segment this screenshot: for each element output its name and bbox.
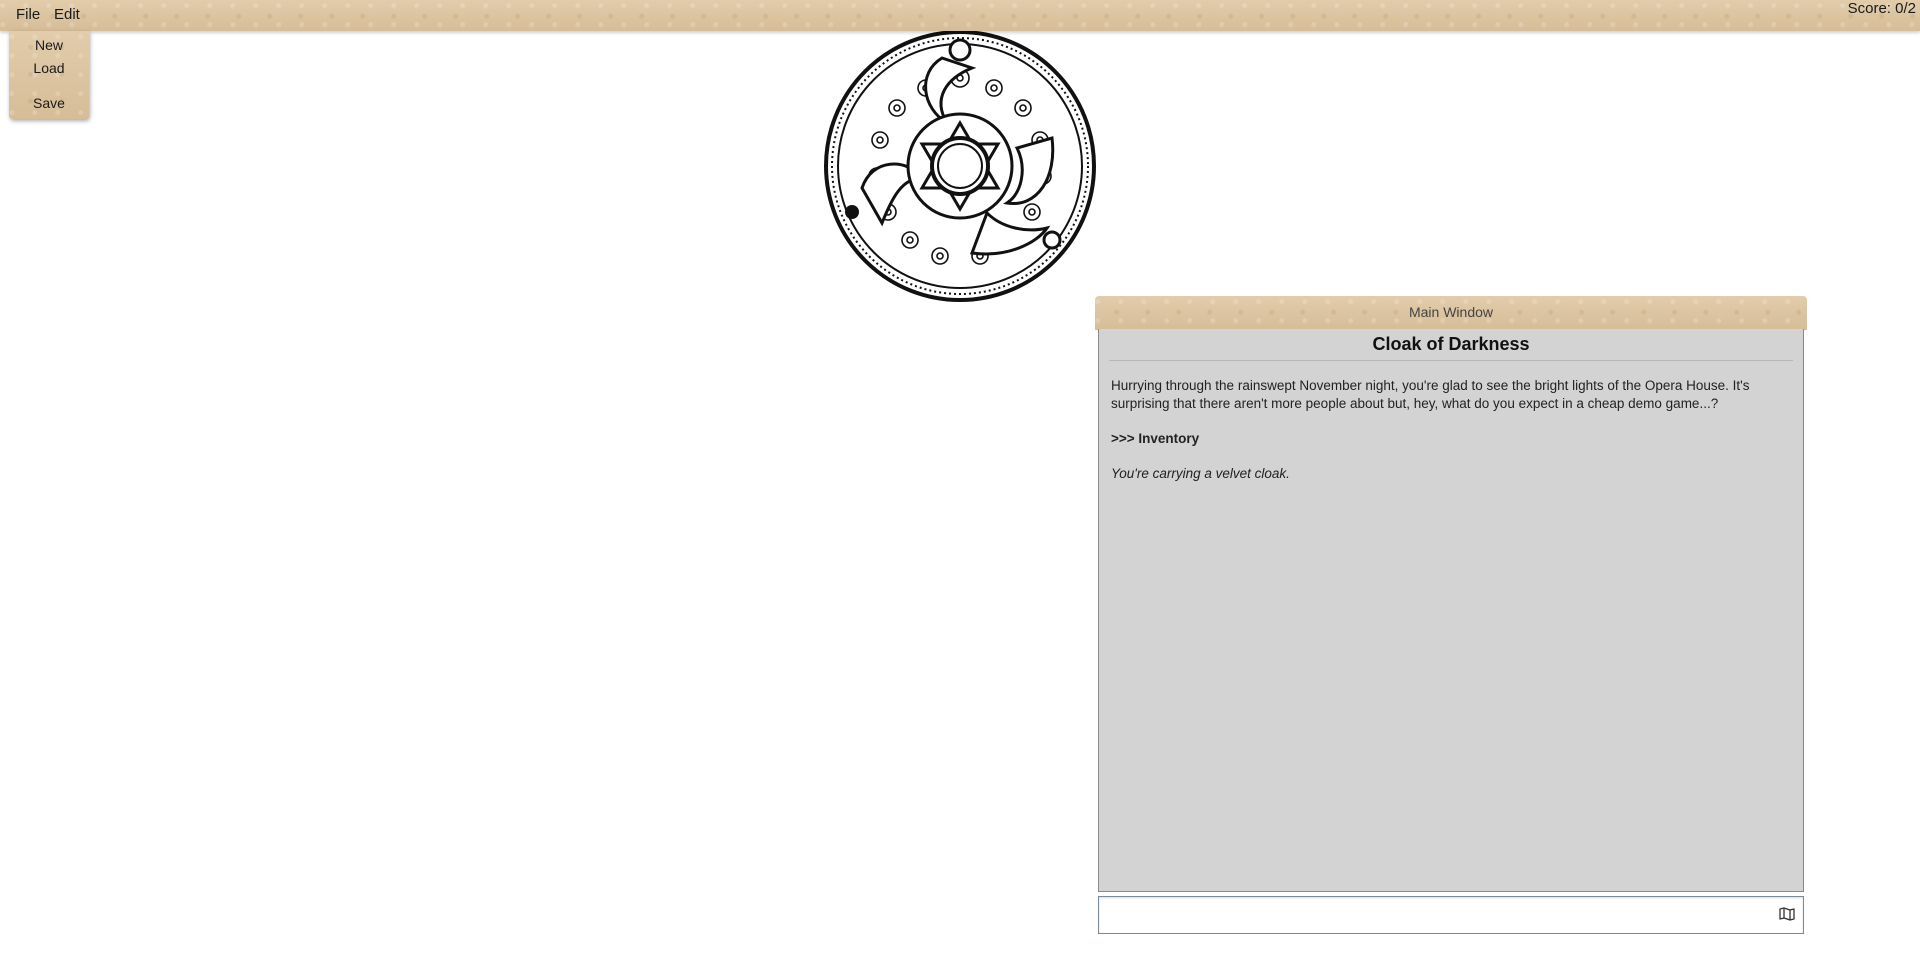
story-output: Cloak of Darkness Hurrying through the r…	[1098, 329, 1804, 892]
score-display: Score: 0/2	[1847, 0, 1916, 17]
ornamental-medallion-icon	[824, 30, 1096, 302]
map-icon[interactable]	[1779, 907, 1795, 921]
main-window-header-label: Main Window	[1408, 304, 1494, 320]
menu-item-load[interactable]: Load	[9, 60, 89, 76]
player-command: >>> Inventory	[1111, 431, 1200, 446]
menu-bar: File Edit Score: 0/2	[0, 0, 1920, 31]
story-text: Hurrying through the rainswept November …	[1111, 377, 1751, 500]
file-menu-dropdown: New Load Save	[9, 31, 89, 119]
game-response: You're carrying a velvet cloak.	[1111, 466, 1290, 481]
main-window-header: Main Window	[1095, 296, 1807, 330]
command-input[interactable]	[1103, 901, 1767, 929]
main-window: Main Window Cloak of Darkness Hurrying t…	[1095, 296, 1807, 936]
menu-file[interactable]: File	[16, 6, 40, 23]
story-title: Cloak of Darkness	[1109, 329, 1793, 361]
menu-edit[interactable]: Edit	[54, 6, 80, 23]
story-paragraph: Hurrying through the rainswept November …	[1111, 378, 1750, 411]
command-input-box	[1098, 896, 1804, 934]
menu-item-save[interactable]: Save	[9, 95, 89, 111]
menu-item-new[interactable]: New	[9, 37, 89, 53]
